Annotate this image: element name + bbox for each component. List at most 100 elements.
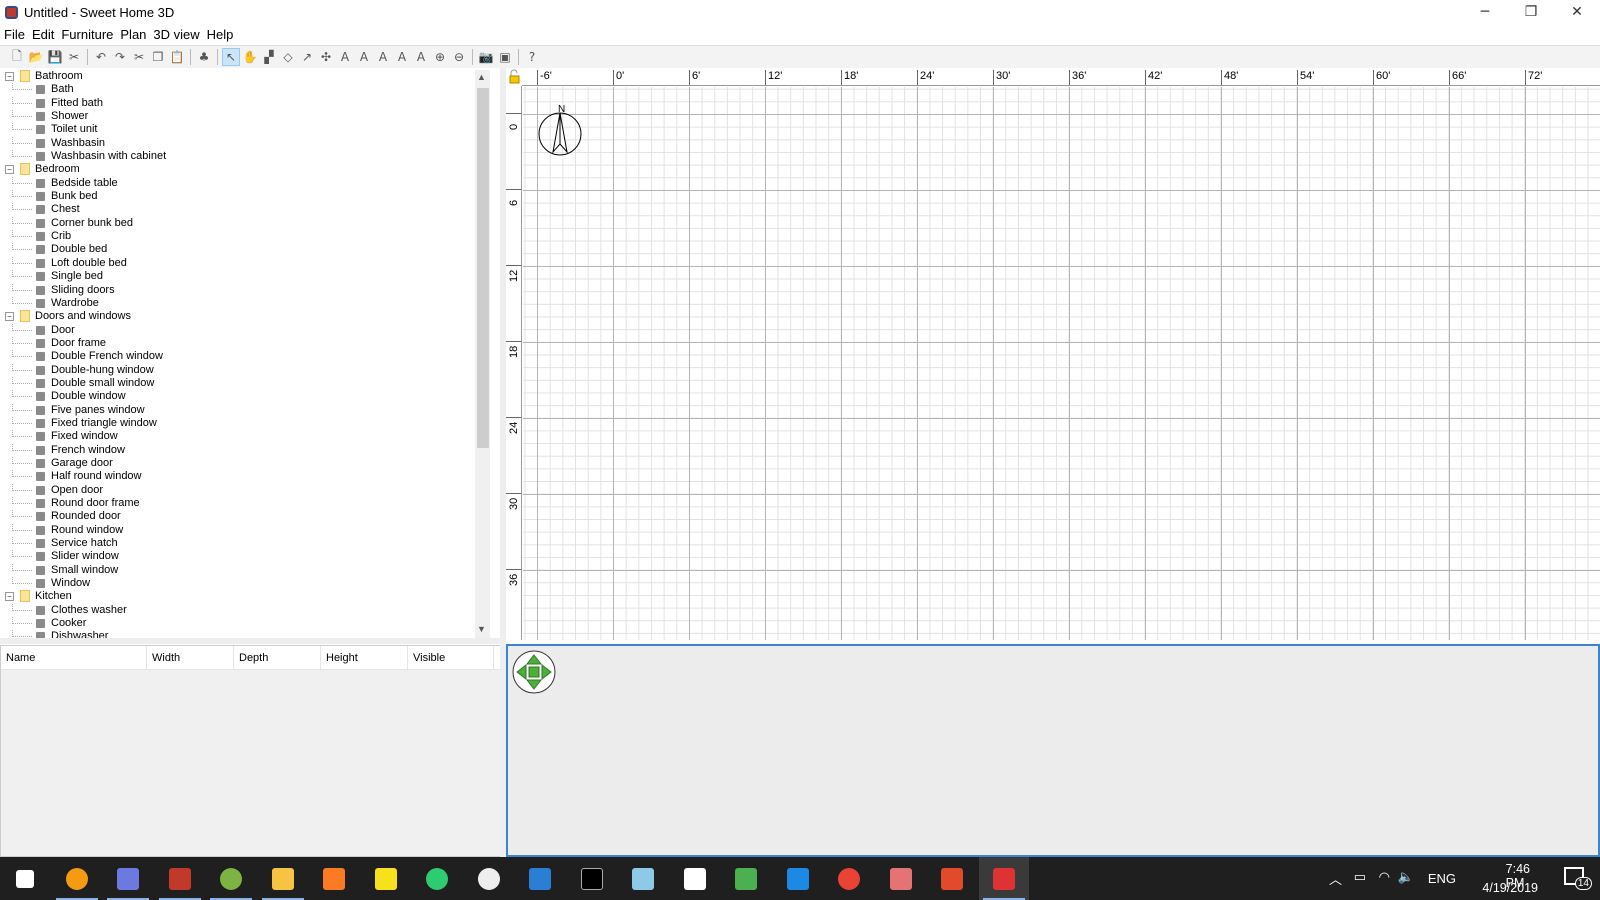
taskbar-spreadsheet[interactable] xyxy=(721,857,771,900)
catalog-item[interactable]: Fixed triangle window xyxy=(0,416,490,430)
3d-view[interactable] xyxy=(506,644,1600,857)
catalog-item[interactable]: Double bed xyxy=(0,243,490,256)
catalog-item[interactable]: Rounded door xyxy=(0,510,490,523)
catalog-item[interactable]: Garage door xyxy=(0,456,490,470)
decrease-text-size-button[interactable]: A xyxy=(374,48,392,66)
plan-grid[interactable] xyxy=(523,87,1600,640)
copy-button[interactable]: ❐ xyxy=(149,48,167,66)
taskbar-photo-editor[interactable] xyxy=(155,857,205,900)
catalog-item[interactable]: Corner bunk bed xyxy=(0,216,490,230)
catalog-item[interactable]: Clothes washer xyxy=(0,603,490,617)
catalog-scrollbar[interactable]: ▲ ▼ xyxy=(475,70,490,638)
catalog-item[interactable]: Single bed xyxy=(0,270,490,283)
catalog-item[interactable]: Slider window xyxy=(0,550,490,563)
catalog-item[interactable]: Double small window xyxy=(0,376,490,390)
catalog-item[interactable]: Door frame xyxy=(0,336,490,350)
catalog-category[interactable]: − Doors and windows xyxy=(0,310,490,323)
catalog-item[interactable]: Bunk bed xyxy=(0,190,490,203)
catalog-category[interactable]: − Kitchen xyxy=(0,590,490,603)
menu-file[interactable]: File xyxy=(0,26,28,42)
column-header-visible[interactable]: Visible xyxy=(408,646,494,669)
catalog-item[interactable]: Bath xyxy=(0,83,490,96)
cut-button[interactable]: ✂ xyxy=(130,48,148,66)
catalog-item[interactable]: Sliding doors xyxy=(0,283,490,297)
create-video-button[interactable]: ▣ xyxy=(496,48,514,66)
pan-button[interactable]: ✋ xyxy=(241,48,259,66)
taskbar-notepad[interactable] xyxy=(618,857,668,900)
catalog-item[interactable]: Washbasin with cabinet xyxy=(0,150,490,163)
paste-button[interactable]: 📋 xyxy=(168,48,186,66)
select-button[interactable]: ↖ xyxy=(222,48,240,66)
catalog-item[interactable]: Small window xyxy=(0,563,490,577)
taskbar-app-shield[interactable] xyxy=(464,857,514,900)
open-button[interactable]: 📂 xyxy=(27,48,45,66)
catalog-category[interactable]: − Bedroom xyxy=(0,163,490,176)
3d-navigation-arrows[interactable] xyxy=(512,650,556,694)
undo-button[interactable]: ↶ xyxy=(92,48,110,66)
collapse-icon[interactable]: − xyxy=(5,592,14,602)
catalog-item[interactable]: Bedside table xyxy=(0,176,490,190)
menu-furniture[interactable]: Furniture xyxy=(57,26,116,42)
left-splitter[interactable] xyxy=(0,638,500,644)
menu-3d-view[interactable]: 3D view xyxy=(149,26,202,42)
column-header-name[interactable]: Name xyxy=(1,646,147,669)
bold-text-button[interactable]: A xyxy=(393,48,411,66)
catalog-item[interactable]: Washbasin xyxy=(0,136,490,150)
catalog-item[interactable]: Round window xyxy=(0,523,490,537)
zoom-in-button[interactable]: ⊕ xyxy=(431,48,449,66)
column-header-width[interactable]: Width xyxy=(147,646,234,669)
battery-icon[interactable]: ▭ xyxy=(1354,869,1366,885)
catalog-item[interactable]: Service hatch xyxy=(0,537,490,550)
save-button[interactable]: 💾 xyxy=(46,48,64,66)
scroll-down-icon[interactable]: ▼ xyxy=(477,624,486,634)
lock-base-plan-icon[interactable] xyxy=(506,68,522,86)
catalog-item[interactable]: Door xyxy=(0,323,490,337)
catalog-item[interactable]: Window xyxy=(0,577,490,590)
taskbar-vlc[interactable] xyxy=(52,857,102,900)
taskbar-paint[interactable] xyxy=(876,857,926,900)
add-text-button[interactable]: A xyxy=(336,48,354,66)
collapse-icon[interactable]: − xyxy=(5,72,14,81)
zoom-out-button[interactable]: ⊖ xyxy=(450,48,468,66)
catalog-item[interactable]: French window xyxy=(0,443,490,457)
taskbar-office[interactable] xyxy=(773,857,823,900)
create-walls-button[interactable]: ▞ xyxy=(260,48,278,66)
catalog-item[interactable]: Half round window xyxy=(0,470,490,483)
taskbar-sticky-notes[interactable] xyxy=(361,857,411,900)
taskbar-git[interactable] xyxy=(927,857,977,900)
cut-preferences-button[interactable]: ✂ xyxy=(65,48,83,66)
menu-edit[interactable]: Edit xyxy=(28,26,57,42)
taskbar-android-studio[interactable] xyxy=(206,857,256,900)
increase-text-size-button[interactable]: A xyxy=(355,48,373,66)
show-hidden-icons-icon[interactable]: ︿ xyxy=(1329,869,1342,888)
taskbar-spotify-like[interactable] xyxy=(412,857,462,900)
catalog-item[interactable]: Fitted bath xyxy=(0,96,490,110)
compass[interactable]: N xyxy=(538,102,586,160)
catalog-item[interactable]: Round door frame xyxy=(0,497,490,510)
catalog-item[interactable]: Crib xyxy=(0,230,490,243)
furniture-catalog-tree[interactable]: − Bathroom Bath Fitted bath Shower Toilet uni… xyxy=(0,70,490,638)
taskbar-xampp[interactable] xyxy=(309,857,359,900)
language-indicator[interactable]: ENG xyxy=(1428,871,1456,886)
catalog-item[interactable]: Fixed window xyxy=(0,430,490,443)
scroll-up-icon[interactable]: ▲ xyxy=(477,72,486,82)
close-button[interactable]: ✕ xyxy=(1554,0,1600,26)
furniture-table[interactable]: Name Width Depth Height Visible xyxy=(0,645,502,857)
scrollbar-thumb[interactable] xyxy=(477,88,489,448)
catalog-item[interactable]: Wardrobe xyxy=(0,296,490,310)
minimize-button[interactable]: ─ xyxy=(1462,0,1508,26)
collapse-icon[interactable]: − xyxy=(5,312,14,322)
catalog-item[interactable]: Double-hung window xyxy=(0,363,490,377)
restore-button[interactable]: ❐ xyxy=(1508,0,1554,26)
volume-icon[interactable]: 🔈 xyxy=(1398,869,1414,885)
catalog-item[interactable]: Chest xyxy=(0,203,490,216)
taskbar-chrome[interactable] xyxy=(824,857,874,900)
catalog-item[interactable]: Dishwasher xyxy=(0,630,490,638)
redo-button[interactable]: ↷ xyxy=(111,48,129,66)
catalog-category[interactable]: − Bathroom xyxy=(0,70,490,83)
create-polylines-button[interactable]: ↗ xyxy=(298,48,316,66)
menu-help[interactable]: Help xyxy=(203,26,237,42)
catalog-item[interactable]: Toilet unit xyxy=(0,123,490,136)
catalog-item[interactable]: Double French window xyxy=(0,350,490,363)
taskbar-start[interactable] xyxy=(0,857,50,900)
